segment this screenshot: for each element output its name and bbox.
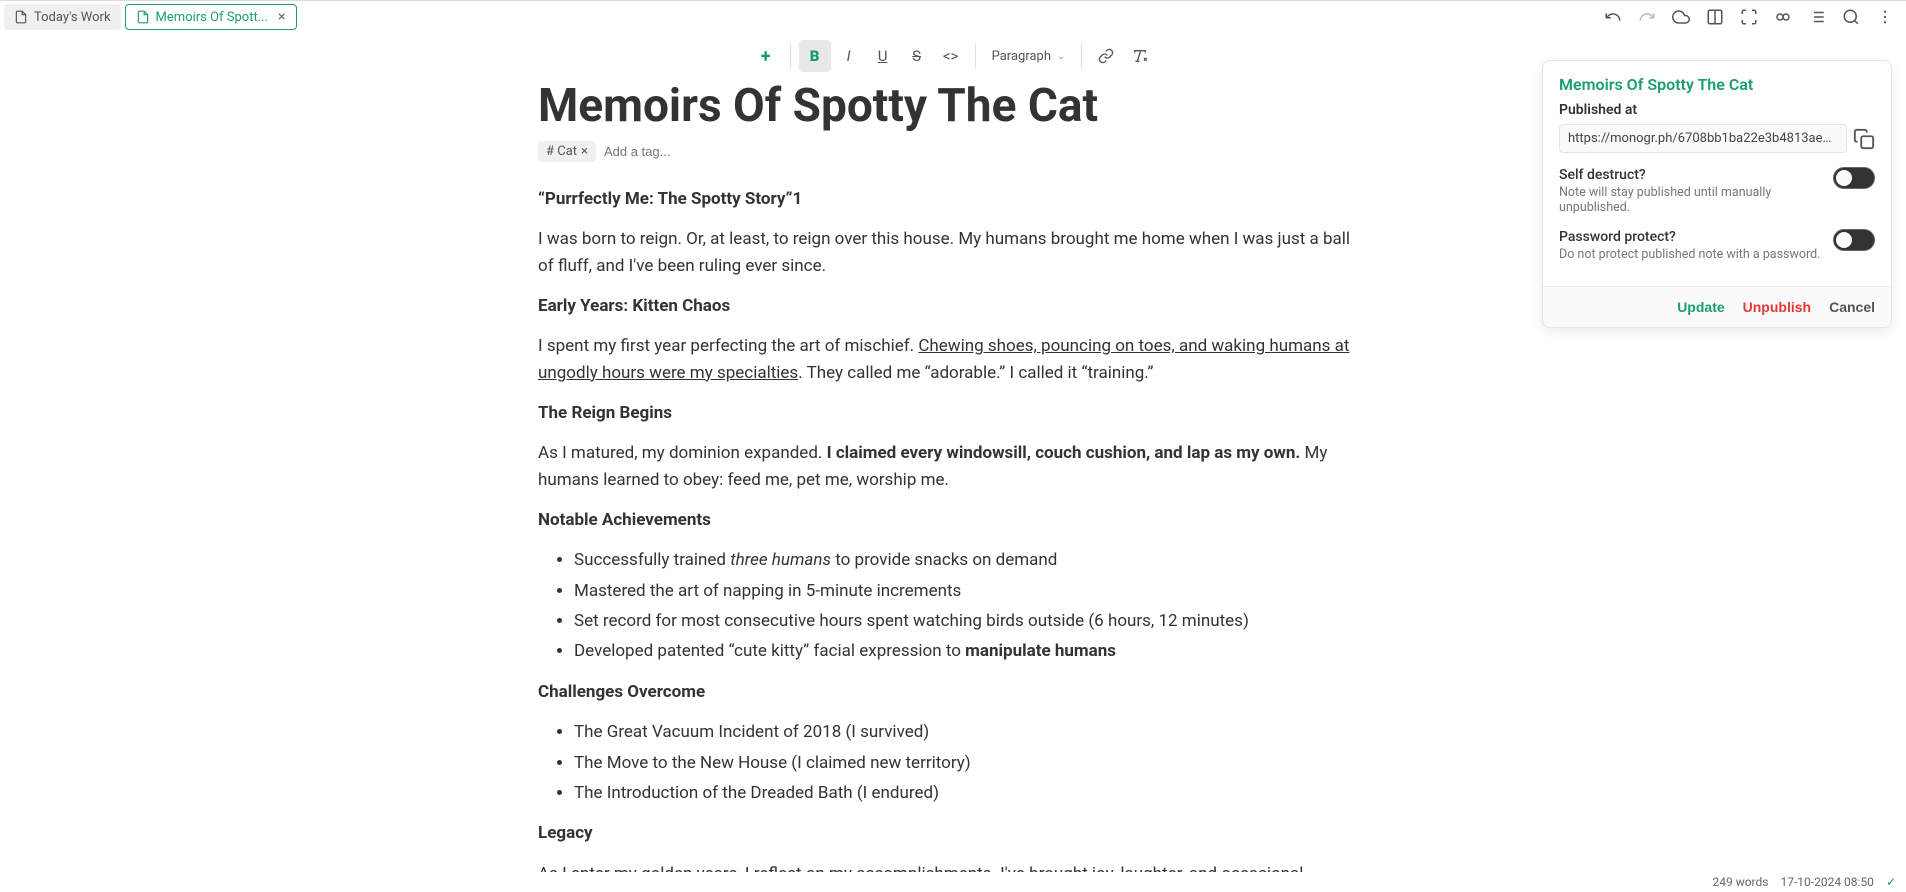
cloud-sync-icon[interactable]: [1672, 8, 1690, 26]
doc-title[interactable]: Memoirs Of Spotty The Cat: [538, 79, 1368, 133]
paragraph: As I enter my golden years, I reflect on…: [538, 861, 1368, 872]
tab-label: Today's Work: [34, 10, 111, 25]
remove-tag-icon[interactable]: ×: [581, 144, 588, 159]
link-icon[interactable]: [1774, 8, 1792, 26]
insert-link-button[interactable]: [1090, 40, 1122, 72]
more-vertical-icon[interactable]: [1876, 8, 1894, 26]
copy-url-button[interactable]: [1853, 128, 1875, 150]
list: The Great Vacuum Incident of 2018 (I sur…: [574, 719, 1368, 806]
list: Successfully trained three humans to pro…: [574, 547, 1368, 664]
code-button[interactable]: <>: [935, 40, 967, 72]
tab-memoirs[interactable]: Memoirs Of Spott... ×: [125, 4, 297, 30]
self-destruct-label: Self destruct?: [1559, 167, 1833, 183]
self-destruct-toggle[interactable]: [1833, 167, 1875, 189]
published-at-label: Published at: [1559, 102, 1875, 118]
block-type-label: Paragraph: [992, 49, 1051, 64]
cancel-button[interactable]: Cancel: [1829, 299, 1875, 315]
password-protect-label: Password protect?: [1559, 229, 1833, 245]
publish-panel: Memoirs Of Spotty The Cat Published at h…: [1542, 60, 1892, 328]
word-count: 249 words: [1712, 875, 1768, 889]
add-block-button[interactable]: +: [750, 40, 782, 72]
heading: Challenges Overcome: [538, 679, 1368, 705]
bold-button[interactable]: B: [799, 40, 831, 72]
datetime: 17-10-2024 08:50: [1780, 875, 1873, 889]
tag-label: # Cat: [546, 144, 577, 159]
block-type-select[interactable]: Paragraph ⌄: [984, 49, 1074, 64]
tag-row: # Cat ×: [538, 141, 1368, 162]
tabs-row: Today's Work Memoirs Of Spott... ×: [0, 1, 1906, 33]
list-item: The Introduction of the Dreaded Bath (I …: [574, 780, 1368, 806]
list-icon[interactable]: [1808, 8, 1826, 26]
list-item: The Great Vacuum Incident of 2018 (I sur…: [574, 719, 1368, 745]
update-button[interactable]: Update: [1677, 299, 1724, 315]
top-actions: [1604, 8, 1902, 26]
published-url[interactable]: https://monogr.ph/6708bb1ba22e3b4813ae90…: [1559, 124, 1847, 153]
close-icon[interactable]: ×: [278, 9, 285, 25]
chevron-down-icon: ⌄: [1057, 51, 1065, 62]
status-bar: 249 words 17-10-2024 08:50 ✓: [0, 872, 1906, 892]
tab-todays-work[interactable]: Today's Work: [4, 4, 121, 30]
heading: Legacy: [538, 820, 1368, 846]
panel-title: Memoirs Of Spotty The Cat: [1559, 75, 1875, 94]
sync-check-icon: ✓: [1886, 875, 1896, 889]
list-item: Mastered the art of napping in 5-minute …: [574, 578, 1368, 604]
password-protect-desc: Do not protect published note with a pas…: [1559, 247, 1833, 262]
heading: Early Years: Kitten Chaos: [538, 293, 1368, 319]
heading: “Purrfectly Me: The Spotty Story”1: [538, 186, 1368, 212]
list-item: The Move to the New House (I claimed new…: [574, 750, 1368, 776]
paragraph: I was born to reign. Or, at least, to re…: [538, 226, 1368, 279]
file-icon: [14, 10, 28, 24]
list-item: Successfully trained three humans to pro…: [574, 547, 1368, 573]
clear-format-button[interactable]: [1124, 40, 1156, 72]
tag-input[interactable]: [604, 144, 780, 159]
underline-button[interactable]: U: [867, 40, 899, 72]
list-item: Set record for most consecutive hours sp…: [574, 608, 1368, 634]
unpublish-button[interactable]: Unpublish: [1743, 299, 1811, 315]
password-protect-toggle[interactable]: [1833, 229, 1875, 251]
undo-icon[interactable]: [1604, 8, 1622, 26]
italic-button[interactable]: I: [833, 40, 865, 72]
split-view-icon[interactable]: [1706, 8, 1724, 26]
paragraph: As I matured, my dominion expanded. I cl…: [538, 440, 1368, 493]
tag-chip[interactable]: # Cat ×: [538, 141, 596, 162]
paragraph: I spent my first year perfecting the art…: [538, 333, 1368, 386]
redo-icon[interactable]: [1638, 8, 1656, 26]
heading: Notable Achievements: [538, 507, 1368, 533]
file-icon: [136, 10, 150, 24]
fullscreen-icon[interactable]: [1740, 8, 1758, 26]
search-icon[interactable]: [1842, 8, 1860, 26]
self-destruct-desc: Note will stay published until manually …: [1559, 185, 1833, 215]
doc-content[interactable]: “Purrfectly Me: The Spotty Story”1 I was…: [538, 186, 1368, 872]
list-item: Developed patented “cute kitty” facial e…: [574, 638, 1368, 664]
tab-label: Memoirs Of Spott...: [156, 10, 268, 25]
strikethrough-button[interactable]: S: [901, 40, 933, 72]
heading: The Reign Begins: [538, 400, 1368, 426]
